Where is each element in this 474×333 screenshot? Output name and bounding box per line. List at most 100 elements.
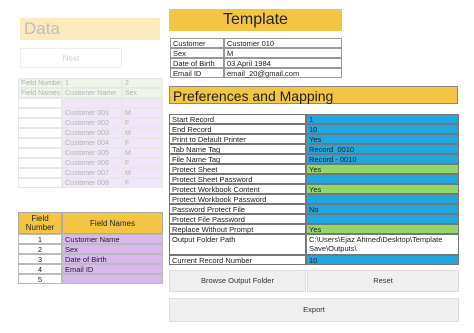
- preference-label: Protect Workbook Content: [169, 184, 306, 194]
- background-grid-cell: [18, 128, 62, 138]
- background-grid-row: Field Names Customer Name Sex: [18, 88, 163, 98]
- preference-value-input[interactable]: [306, 194, 459, 204]
- template-title: Template: [169, 9, 342, 31]
- field-table-row: 5: [18, 274, 163, 284]
- template-field-label: Email ID: [170, 68, 224, 78]
- browse-output-folder-button[interactable]: Browse Output Folder: [169, 270, 306, 292]
- background-grid-row: Customer 007 M: [18, 168, 163, 178]
- background-grid-cell: Customer 006: [62, 158, 122, 168]
- preference-value-input[interactable]: Yes: [306, 164, 459, 174]
- template-field-row: Email ID email_20@gmail.com: [170, 68, 342, 78]
- preference-label: Protect Sheet Password: [169, 174, 306, 184]
- data-title: Data: [20, 18, 160, 40]
- preference-row: Protect Sheet Yes: [169, 164, 459, 174]
- field-number-cell: 2: [18, 244, 62, 254]
- preference-value-input[interactable]: [306, 174, 459, 184]
- background-grid-cell: Sex: [122, 88, 163, 98]
- preference-value-input[interactable]: 10: [306, 124, 459, 134]
- preference-row: Print to Default Printer Yes: [169, 134, 459, 144]
- template-field-value[interactable]: Customer 010: [224, 38, 342, 48]
- preference-row: Protect File Password: [169, 214, 459, 224]
- background-grid-cell: Customer 007: [62, 168, 122, 178]
- preference-row: Protect Workbook Content Yes: [169, 184, 459, 194]
- field-table-row: 4 Email ID: [18, 264, 163, 274]
- preference-value-input[interactable]: Record_0010: [306, 144, 459, 154]
- background-grid-cell: [18, 178, 62, 188]
- preference-label: Start Record: [169, 114, 306, 124]
- background-grid-cell: M: [122, 108, 163, 118]
- preference-row: Start Record 1: [169, 114, 459, 124]
- background-grid-row: Customer 001 M: [18, 108, 163, 118]
- background-grid-cell: Customer 002: [62, 118, 122, 128]
- preference-row: Output Folder Path C:\Users\Ejaz Ahmed\De…: [169, 234, 459, 255]
- preference-label: Protect Sheet: [169, 164, 306, 174]
- background-grid-row: Customer 002 F: [18, 118, 163, 128]
- background-grid-cell: Customer 005: [62, 148, 122, 158]
- background-data-grid: Field Number 1 2 Field Names Customer Name Se…: [18, 78, 163, 198]
- background-grid-cell: [18, 158, 62, 168]
- preference-row: Tab Name Tag Record_0010: [169, 144, 459, 154]
- background-grid-cell: [122, 98, 163, 108]
- field-names-header: Field Names: [62, 212, 163, 234]
- template-field-value[interactable]: M: [224, 48, 342, 58]
- template-field-label: Sex: [170, 48, 224, 58]
- field-name-cell: Sex: [62, 244, 163, 254]
- field-name-cell: Customer Name: [62, 234, 163, 244]
- preference-row: Protect Workbook Password: [169, 194, 459, 204]
- background-grid-cell: Customer 004: [62, 138, 122, 148]
- background-grid-cell: 2: [122, 78, 163, 88]
- field-table-row: 1 Customer Name: [18, 234, 163, 244]
- next-button[interactable]: Next: [20, 48, 122, 68]
- background-grid-cell: M: [122, 128, 163, 138]
- background-grid-cell: [18, 98, 62, 108]
- template-field-value[interactable]: email_20@gmail.com: [224, 68, 342, 78]
- background-grid-row: Customer 005 M: [18, 148, 163, 158]
- preference-row: Replace Without Prompt Yes: [169, 224, 459, 234]
- template-field-row: Sex M: [170, 48, 342, 58]
- background-grid-cell: [62, 98, 122, 108]
- preference-value-input[interactable]: [306, 214, 459, 224]
- template-field-row: Customer NameCustomer 010: [170, 38, 342, 58]
- background-grid-cell: [18, 108, 62, 118]
- background-grid-cell: Customer 008: [62, 178, 122, 188]
- background-grid-row: Customer 008 F: [18, 178, 163, 188]
- preference-value-input[interactable]: Yes: [306, 184, 459, 194]
- background-grid-cell: Customer 003: [62, 128, 122, 138]
- preference-row: File Name Tag Record - 0010: [169, 154, 459, 164]
- preference-label: File Name Tag: [169, 154, 306, 164]
- field-number-cell: 4: [18, 264, 62, 274]
- background-grid-cell: M: [122, 168, 163, 178]
- preference-row: Current Record Number 10: [169, 255, 459, 265]
- preference-label: End Record: [169, 124, 306, 134]
- preference-value-input[interactable]: 10: [306, 255, 459, 265]
- background-grid-cell: [18, 168, 62, 178]
- background-grid-cell: [18, 138, 62, 148]
- export-button[interactable]: Export: [169, 298, 459, 322]
- template-field-row: Date of Birth 03 April 1984: [170, 58, 342, 68]
- background-grid-cell: F: [122, 158, 163, 168]
- background-grid-cell: [18, 118, 62, 128]
- preference-value-input[interactable]: Record - 0010: [306, 154, 459, 164]
- preference-label: Output Folder Path: [169, 234, 306, 255]
- preference-row: Protect Sheet Password: [169, 174, 459, 184]
- template-field-value[interactable]: 03 April 1984: [224, 58, 342, 68]
- background-grid-row: Field Number 1 2: [18, 78, 163, 88]
- preference-row: End Record 10: [169, 124, 459, 134]
- preference-value-input[interactable]: C:\Users\Ejaz Ahmed\Desktop\Template Sav…: [306, 234, 459, 255]
- field-number-header: Field Number: [18, 212, 62, 234]
- preference-value-input[interactable]: 1: [306, 114, 459, 124]
- background-grid-cell: 1: [62, 78, 122, 88]
- field-number-cell: 3: [18, 254, 62, 264]
- background-grid-cell: M: [122, 148, 163, 158]
- preference-value-input[interactable]: Yes: [306, 224, 459, 234]
- preferences-title: Preferences and Mapping: [169, 86, 458, 104]
- preference-label: Replace Without Prompt: [169, 224, 306, 234]
- background-grid-cell: F: [122, 178, 163, 188]
- field-name-cell: Email ID: [62, 264, 163, 274]
- preference-label: Print to Default Printer: [169, 134, 306, 144]
- field-name-cell: Date of Birth: [62, 254, 163, 264]
- preference-row: Password Protect File No: [169, 204, 459, 214]
- preference-value-input[interactable]: Yes: [306, 134, 459, 144]
- preference-value-input[interactable]: No: [306, 204, 459, 214]
- reset-button[interactable]: Reset: [307, 270, 459, 292]
